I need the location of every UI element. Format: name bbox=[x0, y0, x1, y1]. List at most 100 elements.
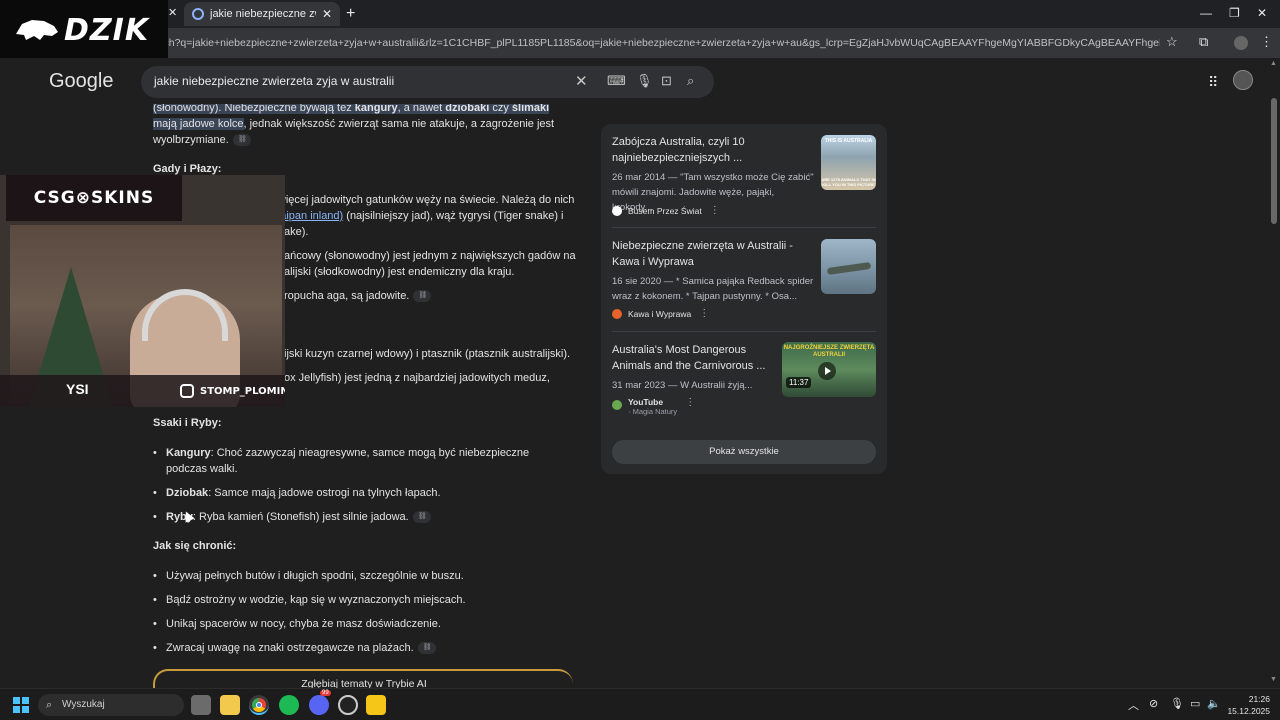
stream-brand-banner: CSG⊗SKINS bbox=[6, 175, 182, 221]
thumbnail-caption: NAJGROŹNIEJSZE ZWIERZĘTA AUSTRALII bbox=[783, 345, 875, 358]
instagram-handle: STOMP_PLOMINSKI bbox=[180, 384, 285, 398]
list-item-bold: Dziobak bbox=[166, 487, 209, 499]
lens-icon[interactable]: ⊡ bbox=[661, 73, 672, 89]
spotify-icon[interactable] bbox=[279, 695, 299, 715]
gady-text-2-rest: (najsilniejszy jad), wąż tygrysi (Tiger … bbox=[343, 210, 564, 222]
gady-text-4: ańcowy (słonowodny) jest jednym z najwię… bbox=[284, 250, 576, 262]
close-tab-icon[interactable]: ✕ bbox=[168, 6, 177, 19]
source-thumbnail[interactable] bbox=[821, 239, 876, 294]
search-box[interactable]: jakie niebezpieczne zwierzeta zyja w aus… bbox=[141, 66, 714, 98]
list-item: Ryby: Ryba kamień (Stonefish) jest silni… bbox=[153, 509, 573, 525]
apps-grid-icon[interactable]: ⠿ bbox=[1208, 74, 1218, 91]
headset-shape bbox=[142, 289, 228, 341]
address-bar[interactable]: rch?q=jakie+niebezpieczne+zwierzeta+zyja… bbox=[160, 32, 1160, 54]
play-icon[interactable] bbox=[818, 362, 836, 380]
source-card-snippet: 16 sie 2020 — * Samica pająka Redback sp… bbox=[612, 276, 814, 302]
page-scrollbar[interactable]: ▲ ▼ bbox=[1268, 58, 1280, 688]
video-duration: 11:37 bbox=[786, 377, 812, 388]
source-channel: · Magia Natury bbox=[628, 407, 678, 416]
tray-app-icon[interactable]: ⊘ bbox=[1149, 697, 1158, 710]
taskbar-clock[interactable]: 21:26 15.12.2025 bbox=[1226, 693, 1270, 717]
menu-dots-icon[interactable]: ⋮ bbox=[1260, 34, 1273, 50]
source-link-chip[interactable] bbox=[412, 511, 431, 524]
close-tab-icon[interactable]: ✕ bbox=[322, 7, 332, 21]
more-options-icon[interactable]: ⋮ bbox=[685, 397, 695, 408]
source-name: Busem Przez Świat bbox=[628, 205, 702, 216]
video-thumbnail[interactable]: NAJGROŹNIEJSZE ZWIERZĘTA AUSTRALII 11:37 bbox=[782, 342, 876, 397]
answer-intro: (słonowodny). Niebezpieczne bywają też k… bbox=[153, 100, 573, 148]
source-name-group: YouTube · Magia Natury bbox=[628, 397, 677, 416]
clock-date: 15.12.2025 bbox=[1227, 706, 1270, 716]
webcam-overlay: CSG⊗SKINS YSI STOMP_PLOMINSKI bbox=[0, 175, 285, 407]
file-explorer-icon[interactable] bbox=[220, 695, 240, 715]
notification-badge: 99 bbox=[320, 690, 331, 696]
source-link-chip[interactable] bbox=[232, 134, 251, 147]
source-card[interactable]: Niebezpieczne zwierzęta w Australii - Ka… bbox=[612, 238, 876, 328]
window-close-icon[interactable]: ✕ bbox=[1257, 6, 1267, 20]
new-tab-icon[interactable]: + bbox=[346, 5, 355, 23]
source-card[interactable]: Zabójcza Australia, czyli 10 najniebezpi… bbox=[612, 134, 876, 224]
divider bbox=[612, 227, 876, 228]
source-card-source: Kawa i Wyprawa ⋮ bbox=[612, 308, 709, 319]
dzik-logo: DZIK bbox=[0, 0, 168, 60]
tray-volume-icon[interactable]: 🔈 bbox=[1207, 697, 1221, 710]
obs-icon[interactable] bbox=[338, 695, 358, 715]
more-options-icon[interactable]: ⋮ bbox=[699, 308, 709, 319]
list-item: Zwracaj uwagę na znaki ostrzegawcze na p… bbox=[153, 640, 573, 656]
extensions-icon[interactable]: ⧉ bbox=[1199, 34, 1208, 50]
list-item: Unikaj spacerów w nocy, chyba że masz do… bbox=[153, 616, 573, 632]
minimize-icon[interactable]: — bbox=[1200, 6, 1212, 20]
search-icon[interactable]: ⌕ bbox=[687, 73, 694, 89]
source-card[interactable]: Australia's Most Dangerous Animals and t… bbox=[612, 342, 876, 438]
source-card-title[interactable]: Zabójcza Australia, czyli 10 najniebezpi… bbox=[612, 134, 812, 166]
profile-icon[interactable] bbox=[1234, 36, 1248, 50]
source-card-title[interactable]: Niebezpieczne zwierzęta w Australii - Ka… bbox=[612, 238, 812, 270]
search-input[interactable]: jakie niebezpieczne zwierzeta zyja w aus… bbox=[154, 74, 394, 88]
tab-title: jakie niebezpieczne zwierzeta zyja w aus… bbox=[210, 8, 316, 20]
section-heading-ssaki: Ssaki i Ryby: bbox=[153, 417, 222, 429]
taskbar-search[interactable]: ⌕ Wyszukaj bbox=[38, 694, 184, 716]
source-thumbnail[interactable]: THIS IS AUSTRALIA ARE 1275 ANIMALS THAT … bbox=[821, 135, 876, 190]
windows-start-icon[interactable] bbox=[13, 697, 29, 713]
channel-avatar-icon bbox=[612, 400, 622, 410]
app-icon[interactable] bbox=[366, 695, 386, 715]
clear-icon[interactable]: ✕ bbox=[575, 72, 588, 90]
tray-microphone-icon[interactable]: 🎙 bbox=[1170, 697, 1184, 710]
microphone-icon[interactable]: 🎙 bbox=[636, 73, 653, 89]
gady-text-6-inner: ropucha aga, są jadowite. bbox=[284, 290, 410, 302]
list-item: Bądź ostrożny w wodzie, kąp się w wyznac… bbox=[153, 592, 573, 608]
show-all-button[interactable]: Pokaż wszystkie bbox=[612, 440, 876, 464]
source-link-chip[interactable] bbox=[413, 290, 432, 303]
avatar[interactable] bbox=[1233, 70, 1253, 90]
crocodile-shape bbox=[826, 261, 872, 276]
task-view-icon[interactable] bbox=[191, 695, 211, 715]
list-item: Kangury: Choć zazwyczaj nieagresywne, sa… bbox=[153, 445, 573, 477]
tray-chevron-icon[interactable]: ︿ bbox=[1128, 697, 1139, 713]
discord-icon[interactable]: 99 bbox=[309, 690, 331, 715]
source-card-title[interactable]: Australia's Most Dangerous Animals and t… bbox=[612, 342, 767, 374]
scroll-up-arrow-icon[interactable]: ▲ bbox=[1270, 60, 1277, 67]
source-name: YouTube bbox=[628, 397, 664, 407]
intro-highlight: jadowe kolce bbox=[179, 118, 244, 130]
scroll-down-arrow-icon[interactable]: ▼ bbox=[1270, 676, 1277, 683]
site-favicon-icon bbox=[612, 205, 622, 216]
scrollbar-thumb[interactable] bbox=[1271, 98, 1277, 224]
instagram-handle-text: STOMP_PLOMINSKI bbox=[200, 385, 285, 397]
clock-time: 21:26 bbox=[1248, 694, 1270, 704]
list-item-text: Zwracaj uwagę na znaki ostrzegawcze na p… bbox=[166, 642, 414, 654]
bookmark-star-icon[interactable]: ☆ bbox=[1166, 34, 1178, 50]
windows-taskbar: ⌕ Wyszukaj 99 ︿ ⊘ 🎙 ▭ 🔈 21:26 15.12.2025 bbox=[0, 688, 1280, 720]
taskbar-search-placeholder: Wyszukaj bbox=[62, 699, 105, 710]
intro-text: mają bbox=[153, 118, 177, 130]
browser-tab[interactable]: jakie niebezpieczne zwierzeta zyja w aus… bbox=[184, 2, 340, 26]
meduzy-text: ox Jellyfish) jest jedną z najbardziej j… bbox=[284, 372, 550, 384]
keyboard-icon[interactable]: ⌨ bbox=[607, 73, 626, 89]
more-options-icon[interactable]: ⋮ bbox=[710, 205, 720, 216]
tray-display-icon[interactable]: ▭ bbox=[1190, 697, 1200, 710]
chrome-icon[interactable] bbox=[249, 695, 269, 715]
google-logo[interactable]: Google bbox=[49, 70, 114, 93]
site-favicon-icon bbox=[612, 308, 622, 319]
maximize-icon[interactable]: ❐ bbox=[1229, 6, 1240, 20]
source-link-chip[interactable] bbox=[417, 642, 436, 655]
source-card-snippet: 31 mar 2023 — W Australii żyją... bbox=[612, 380, 753, 391]
